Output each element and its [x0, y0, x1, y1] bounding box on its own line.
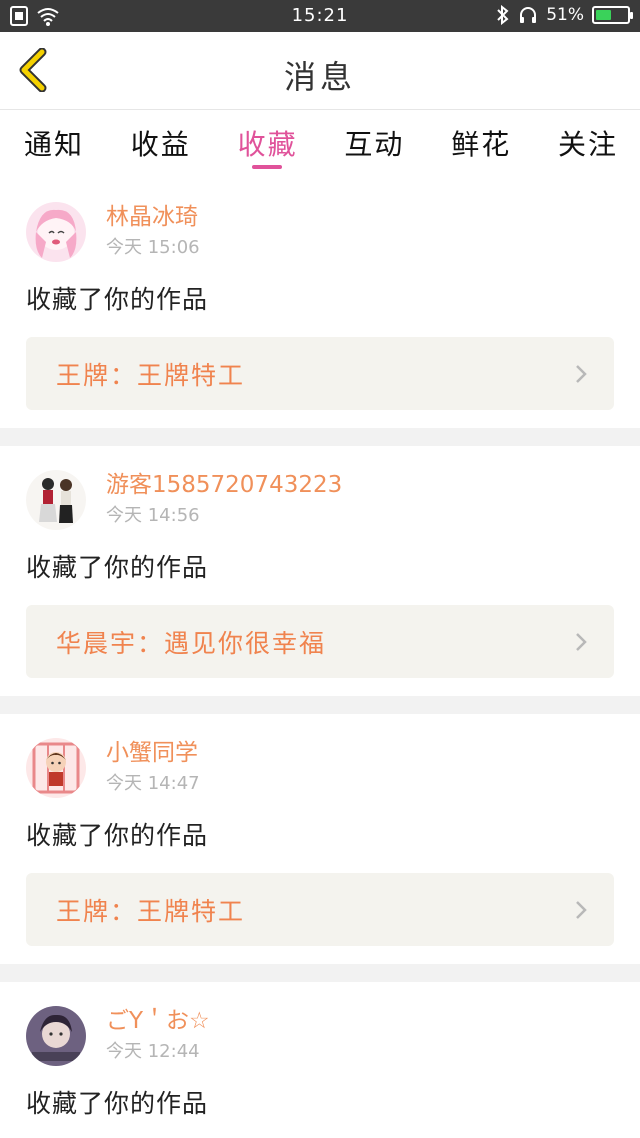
avatar[interactable] [26, 202, 86, 262]
app-header: 消息 [0, 32, 640, 110]
battery-fill [596, 10, 612, 20]
avatar[interactable] [26, 738, 86, 798]
status-bar: 15:21 51% [0, 0, 640, 32]
work-title: 华晨宇：遇见你很幸福 [56, 628, 327, 658]
timestamp: 今天 14:56 [106, 505, 200, 526]
work-link[interactable]: 王牌：王牌特工 [26, 873, 614, 946]
username[interactable]: 小蟹同学 [106, 738, 200, 768]
work-link[interactable]: 王牌：王牌特工 [26, 337, 614, 410]
divider [0, 696, 640, 714]
message-card: 小蟹同学 今天 14:47 收藏了你的作品 王牌：王牌特工 [0, 714, 640, 964]
message-card: 林晶冰琦 今天 15:06 收藏了你的作品 王牌：王牌特工 [0, 178, 640, 428]
timestamp: 今天 12:44 [106, 1041, 200, 1062]
work-link[interactable]: 华晨宇：遇见你很幸福 [26, 605, 614, 678]
action-text: 收藏了你的作品 [26, 285, 209, 314]
username[interactable]: 游客1585720743223 [106, 470, 342, 500]
divider [0, 428, 640, 446]
headphones-icon [520, 7, 537, 23]
timestamp: 今天 14:47 [106, 773, 200, 794]
bluetooth-icon [497, 5, 509, 25]
tab-earnings[interactable]: 收益 [131, 111, 191, 177]
message-card: 游客1585720743223 今天 14:56 收藏了你的作品 华晨宇：遇见你… [0, 446, 640, 696]
chevron-right-icon [576, 365, 587, 383]
page-title: 消息 [283, 58, 356, 96]
avatar[interactable] [26, 1006, 86, 1066]
work-title: 王牌：王牌特工 [56, 360, 246, 390]
action-text: 收藏了你的作品 [26, 821, 209, 850]
username[interactable]: 林晶冰琦 [106, 202, 200, 232]
message-card: ごY＇お☆ 今天 12:44 收藏了你的作品 [0, 982, 640, 1122]
message-list: 林晶冰琦 今天 15:06 收藏了你的作品 王牌：王牌特工 游客15857207… [0, 178, 640, 1122]
tab-follows[interactable]: 关注 [558, 111, 618, 177]
divider [0, 964, 640, 982]
tab-flowers[interactable]: 鲜花 [451, 111, 511, 177]
action-text: 收藏了你的作品 [26, 1089, 209, 1118]
battery-percent: 51% [546, 5, 584, 25]
battery-icon [592, 6, 633, 24]
action-text: 收藏了你的作品 [26, 553, 209, 582]
timestamp: 今天 15:06 [106, 237, 200, 258]
status-right-icons: 51% [496, 5, 633, 25]
work-title: 王牌：王牌特工 [56, 896, 246, 926]
chevron-right-icon [576, 901, 587, 919]
tab-bar: 通知 收益 收藏 互动 鲜花 关注 [0, 111, 640, 177]
tab-favorites[interactable]: 收藏 [238, 111, 298, 177]
username[interactable]: ごY＇お☆ [106, 1006, 210, 1036]
tab-notifications[interactable]: 通知 [24, 111, 84, 177]
chevron-right-icon [576, 633, 587, 651]
avatar[interactable] [26, 470, 86, 530]
tab-interactions[interactable]: 互动 [344, 111, 404, 177]
